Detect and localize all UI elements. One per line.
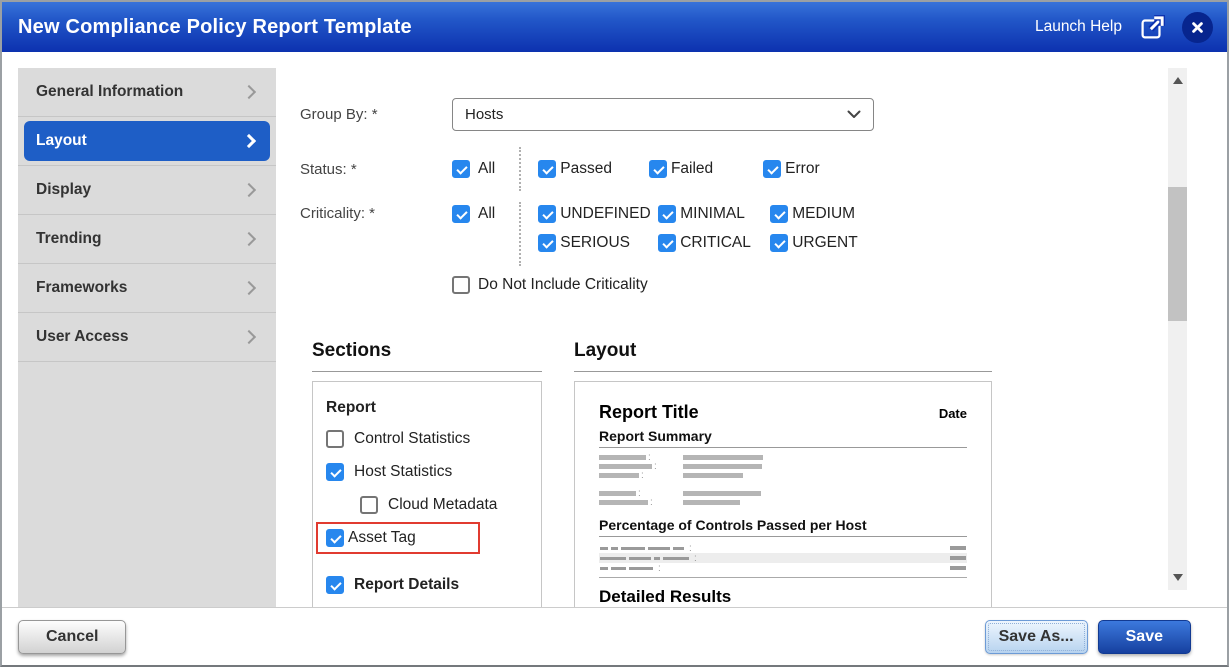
checkbox-icon[interactable] xyxy=(360,496,378,514)
checkbox-status-passed[interactable]: Passed xyxy=(538,160,612,178)
layout-preview: Report Title Date Report Summary : : : :… xyxy=(574,381,992,607)
group-by-value: Hosts xyxy=(465,106,504,123)
summary-placeholder-rows: : : : : : xyxy=(599,453,967,508)
sections-panel: Report Control Statistics Host Statistic… xyxy=(312,381,542,607)
sections-column: Sections Report Control Statistics Host … xyxy=(312,340,542,607)
checkbox-criticality-serious[interactable]: SERIOUS xyxy=(538,234,658,252)
dialog-window: New Compliance Policy Report Template La… xyxy=(0,0,1229,667)
checkbox-status-error[interactable]: Error xyxy=(763,160,820,178)
sidebar-item-user-access[interactable]: User Access xyxy=(18,313,276,362)
dialog-body: General Information Layout Display Trend… xyxy=(2,52,1227,607)
preview-detailed-results-heading: Detailed Results xyxy=(599,587,732,606)
sidebar-item-trending[interactable]: Trending xyxy=(18,215,276,264)
chevron-right-icon xyxy=(241,84,257,100)
columns: Sections Report Control Statistics Host … xyxy=(312,340,1018,607)
criticality-row: Criticality: * All UNDEFINED MINIMAL MED… xyxy=(298,202,1018,266)
save-button[interactable]: Save xyxy=(1097,619,1191,654)
chevron-right-icon xyxy=(241,231,257,247)
checkbox-criticality-critical[interactable]: CRITICAL xyxy=(658,234,770,252)
checkbox-control-statistics[interactable]: Control Statistics xyxy=(326,430,528,448)
checkbox-icon[interactable] xyxy=(538,234,557,252)
sidebar-item-frameworks[interactable]: Frameworks xyxy=(18,264,276,313)
sections-heading: Sections xyxy=(312,340,542,372)
checkbox-criticality-minimal[interactable]: MINIMAL xyxy=(658,205,770,223)
checkbox-criticality-urgent[interactable]: URGENT xyxy=(770,234,858,252)
checkbox-report-details[interactable]: Report Details xyxy=(326,576,528,594)
status-label: Status: * xyxy=(300,160,357,178)
criticality-label: Criticality: * xyxy=(300,205,376,222)
sidebar-item-display[interactable]: Display xyxy=(18,166,276,215)
checkbox-icon[interactable] xyxy=(538,160,557,178)
main-content: Group By: * Hosts Status: * All Passed F… xyxy=(298,52,1018,607)
preview-report-title: Report Title xyxy=(599,402,699,422)
preview-report-summary-heading: Report Summary xyxy=(599,428,967,448)
checkbox-icon[interactable] xyxy=(770,205,789,223)
scrollbar[interactable] xyxy=(1168,68,1187,590)
checkbox-icon[interactable] xyxy=(452,160,470,178)
dialog-header: New Compliance Policy Report Template La… xyxy=(2,2,1227,52)
preview-date-label: Date xyxy=(938,406,967,421)
group-by-row: Group By: * Hosts xyxy=(298,98,1018,131)
checkbox-icon[interactable] xyxy=(538,205,557,223)
dotted-divider xyxy=(519,202,522,266)
checkbox-criticality-undefined[interactable]: UNDEFINED xyxy=(538,205,658,223)
checkbox-icon[interactable] xyxy=(326,576,344,594)
sidebar-item-general-information[interactable]: General Information xyxy=(18,68,276,117)
chevron-right-icon xyxy=(241,329,257,345)
sidebar-nav: General Information Layout Display Trend… xyxy=(18,68,276,607)
scrollbar-down-arrow[interactable] xyxy=(1172,574,1183,581)
layout-heading: Layout xyxy=(574,340,992,372)
chevron-down-icon xyxy=(847,110,861,118)
checkbox-cloud-metadata[interactable]: Cloud Metadata xyxy=(360,496,528,514)
checkbox-criticality-medium[interactable]: MEDIUM xyxy=(770,205,857,223)
close-button[interactable] xyxy=(1182,11,1213,43)
checkbox-icon[interactable] xyxy=(648,160,667,178)
checkbox-status-all[interactable]: All xyxy=(452,160,495,178)
checkbox-icon[interactable] xyxy=(326,430,344,448)
dialog-footer: Cancel Save As... Save xyxy=(2,607,1227,665)
percentage-placeholder-rows: : : : xyxy=(599,543,967,578)
preview-percentage-heading: Percentage of Controls Passed per Host xyxy=(599,517,967,537)
save-as-button[interactable]: Save As... xyxy=(984,619,1088,654)
checkbox-host-statistics[interactable]: Host Statistics xyxy=(326,463,528,481)
status-row: Status: * All Passed Failed Error xyxy=(298,147,1018,191)
checkbox-icon[interactable] xyxy=(452,276,470,294)
close-icon xyxy=(1192,21,1203,33)
header-actions: Launch Help xyxy=(1035,11,1213,43)
report-group-label: Report xyxy=(326,399,376,416)
checkbox-icon[interactable] xyxy=(763,160,782,178)
checkbox-icon[interactable] xyxy=(770,234,789,252)
chevron-right-icon xyxy=(241,133,257,149)
checkbox-icon[interactable] xyxy=(326,463,344,481)
exclude-criticality-row: Do Not Include Criticality xyxy=(452,276,1018,294)
layout-column: Layout Report Title Date Report Summary … xyxy=(574,340,992,607)
cancel-button[interactable]: Cancel xyxy=(18,619,127,654)
checkbox-icon[interactable] xyxy=(658,234,677,252)
checkbox-icon[interactable] xyxy=(452,205,470,223)
popout-icon[interactable] xyxy=(1138,13,1166,41)
asset-tag-highlight-box: Asset Tag xyxy=(316,522,480,554)
group-by-label: Group By: * xyxy=(300,106,378,123)
checkbox-criticality-all[interactable]: All xyxy=(452,205,495,223)
checkbox-icon[interactable] xyxy=(658,205,677,223)
checkbox-icon[interactable] xyxy=(326,529,344,547)
checkbox-asset-tag[interactable]: Asset Tag xyxy=(326,529,470,547)
chevron-right-icon xyxy=(241,280,257,296)
dialog-title: New Compliance Policy Report Template xyxy=(18,15,412,38)
sidebar-item-layout[interactable]: Layout xyxy=(18,117,276,166)
scrollbar-thumb[interactable] xyxy=(1168,187,1187,321)
checkbox-status-failed[interactable]: Failed xyxy=(648,160,713,178)
launch-help-link[interactable]: Launch Help xyxy=(1035,18,1122,36)
chevron-right-icon xyxy=(241,182,257,198)
scrollbar-up-arrow[interactable] xyxy=(1172,77,1183,84)
group-by-select[interactable]: Hosts xyxy=(452,98,874,131)
checkbox-do-not-include-criticality[interactable]: Do Not Include Criticality xyxy=(452,276,648,294)
